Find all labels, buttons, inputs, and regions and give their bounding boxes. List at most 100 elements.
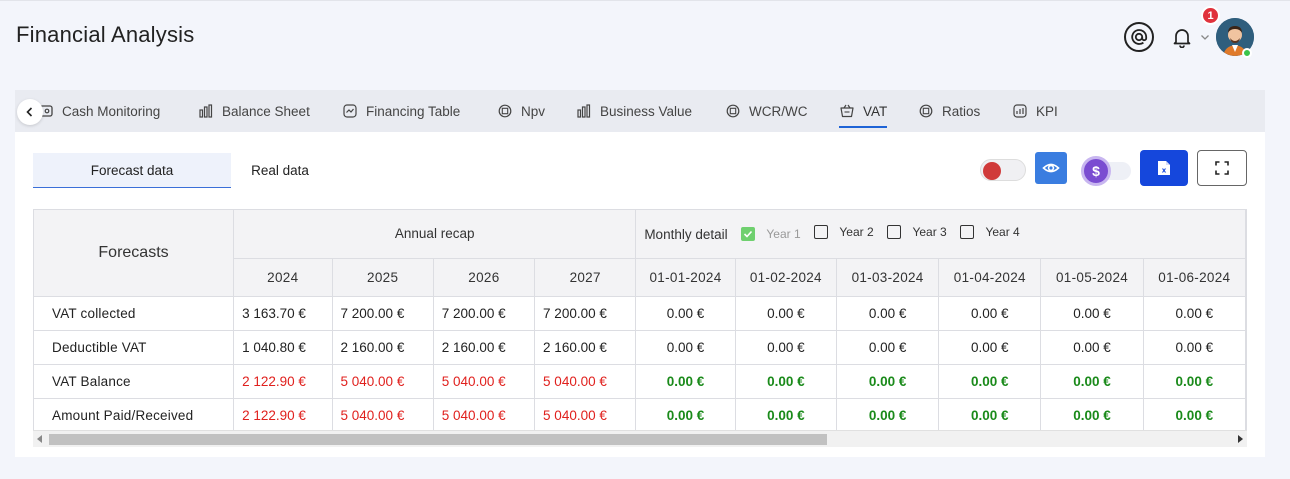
- tab-cash-monitoring[interactable]: Cash Monitoring: [38, 90, 160, 132]
- year-column-header: 2027: [534, 258, 637, 297]
- year-4-label: Year 4: [985, 225, 1020, 240]
- tab-label: Ratios: [942, 103, 981, 119]
- tab-vat[interactable]: VAT: [839, 90, 888, 132]
- forecast-data-tab[interactable]: Forecast data: [33, 153, 231, 188]
- annual-value-cell: 1 040.80 €: [233, 330, 333, 365]
- monthly-value-cell: 0.00 €: [635, 296, 736, 331]
- table-row: Deductible VAT 1 040.80 €2 160.00 €2 160.…: [34, 330, 1246, 365]
- view-button[interactable]: [1035, 152, 1067, 184]
- tab-kpi[interactable]: KPI: [1012, 90, 1058, 132]
- monthly-value-cell: 0.00 €: [735, 330, 837, 365]
- monthly-value-cell: 0.00 €: [1143, 364, 1246, 399]
- monthly-value-cell: 0.00 €: [836, 330, 940, 365]
- dollar-icon: $: [1081, 156, 1111, 186]
- month-column-header: 01-06-2024: [1143, 258, 1246, 297]
- scroll-right-arrow-icon[interactable]: [1238, 435, 1243, 443]
- chevron-left-icon: [26, 107, 33, 117]
- support-icon[interactable]: [1124, 22, 1154, 52]
- horizontal-scrollbar[interactable]: [33, 430, 1247, 447]
- tab-label: Balance Sheet: [222, 103, 310, 119]
- tab-label: VAT: [863, 103, 888, 119]
- monthly-value-cell: 0.00 €: [938, 330, 1042, 365]
- vat-table-container[interactable]: Forecasts Annual recap Monthly detail Ye…: [33, 209, 1247, 447]
- annual-value-cell: 2 160.00 €: [332, 330, 434, 365]
- tab-balance-sheet[interactable]: Balance Sheet: [198, 90, 310, 132]
- fullscreen-icon: [1215, 161, 1229, 175]
- annual-value-cell: 5 040.00 €: [534, 364, 637, 399]
- monthly-value-cell: 0.00 €: [735, 364, 837, 399]
- tabs-scroll-left-button[interactable]: [17, 99, 43, 125]
- monthly-value-cell: 0.00 €: [1143, 330, 1246, 365]
- tab-wcr-wc[interactable]: WCR/WC: [725, 90, 807, 132]
- annual-value-cell: 2 160.00 €: [534, 330, 637, 365]
- chevron-down-icon[interactable]: [1198, 30, 1212, 44]
- year-3-label: Year 3: [912, 225, 947, 240]
- annual-value-cell: 5 040.00 €: [433, 364, 536, 399]
- page-title: Financial Analysis: [16, 22, 195, 47]
- tab-label: Cash Monitoring: [62, 103, 161, 119]
- scrollbar-thumb[interactable]: [49, 434, 827, 445]
- excel-file-icon: x: [1158, 161, 1170, 175]
- tab-business-value[interactable]: Business Value: [576, 90, 692, 132]
- monthly-value-cell: 0.00 €: [1040, 330, 1144, 365]
- annual-value-cell: 5 040.00 €: [332, 364, 434, 399]
- export-excel-button[interactable]: x: [1140, 150, 1188, 186]
- year-column-header: 2026: [433, 258, 536, 297]
- year-column-header: 2024: [233, 258, 333, 297]
- tab-label: Financing Table: [366, 103, 461, 119]
- bell-icon[interactable]: [1168, 23, 1196, 51]
- financing-icon: [342, 103, 358, 119]
- table-row: VAT collected 3 163.70 €7 200.00 €7 200.0…: [34, 296, 1246, 331]
- year-2-checkbox[interactable]: Year 2: [814, 225, 874, 240]
- forecasts-header: Forecasts: [34, 210, 235, 297]
- monthly-value-cell: 0.00 €: [1040, 296, 1144, 331]
- row-label: VAT Balance: [34, 364, 235, 399]
- monthly-detail-header: Monthly detail Year 1 Year 2 Year 3 Year…: [635, 210, 1246, 259]
- basket-icon: [839, 103, 855, 119]
- tab-label: Business Value: [600, 103, 693, 119]
- tab-ratios[interactable]: Ratios: [918, 90, 980, 132]
- monthly-value-cell: 0.00 €: [1143, 296, 1246, 331]
- bar-chart-icon: [576, 103, 592, 119]
- row-label: Deductible VAT: [34, 330, 235, 365]
- checkbox-icon: [887, 225, 902, 240]
- annual-value-cell: 2 122.90 €: [233, 398, 333, 433]
- annual-value-cell: 7 200.00 €: [332, 296, 434, 331]
- annual-value-cell: 3 163.70 €: [233, 296, 333, 331]
- fullscreen-button[interactable]: [1197, 150, 1247, 186]
- year-2-label: Year 2: [839, 225, 874, 240]
- npv-icon: [497, 103, 513, 119]
- currency-toggle[interactable]: $: [1081, 156, 1133, 186]
- monthly-value-cell: 0.00 €: [836, 398, 940, 433]
- header-icons: [1124, 18, 1254, 56]
- checkbox-checked-icon: [741, 227, 756, 242]
- table-row: VAT Balance 2 122.90 €5 040.00 €5 040.00 …: [34, 364, 1246, 399]
- annual-value-cell: 5 040.00 €: [534, 398, 637, 433]
- monthly-detail-label: Monthly detail: [644, 227, 728, 243]
- at-symbol-icon: [1131, 29, 1148, 45]
- year-column-header: 2025: [332, 258, 434, 297]
- monthly-value-cell: 0.00 €: [1143, 398, 1246, 433]
- year-1-checkbox[interactable]: Year 1: [741, 227, 801, 242]
- tab-npv[interactable]: Npv: [497, 90, 545, 132]
- online-status-dot: [1242, 48, 1252, 58]
- scroll-left-arrow-icon[interactable]: [37, 435, 42, 443]
- year-1-label: Year 1: [766, 227, 801, 242]
- status-toggle[interactable]: [980, 159, 1026, 181]
- monthly-value-cell: 0.00 €: [635, 330, 736, 365]
- excel-label: x: [1162, 167, 1167, 175]
- vat-card: Forecast data Real data $ x Forecasts An…: [15, 132, 1265, 457]
- monthly-value-cell: 0.00 €: [735, 296, 837, 331]
- monthly-value-cell: 0.00 €: [836, 296, 940, 331]
- monthly-value-cell: 0.00 €: [635, 398, 736, 433]
- year-3-checkbox[interactable]: Year 3: [887, 225, 947, 240]
- year-4-checkbox[interactable]: Year 4: [960, 225, 1020, 240]
- real-data-tab[interactable]: Real data: [235, 153, 325, 188]
- monthly-value-cell: 0.00 €: [938, 296, 1042, 331]
- tab-label: KPI: [1036, 103, 1058, 119]
- monthly-value-cell: 0.00 €: [1040, 398, 1144, 433]
- month-column-header: 01-03-2024: [836, 258, 940, 297]
- checkbox-icon: [814, 225, 829, 240]
- wcr-icon: [725, 103, 741, 119]
- tab-financing-table[interactable]: Financing Table: [342, 90, 460, 132]
